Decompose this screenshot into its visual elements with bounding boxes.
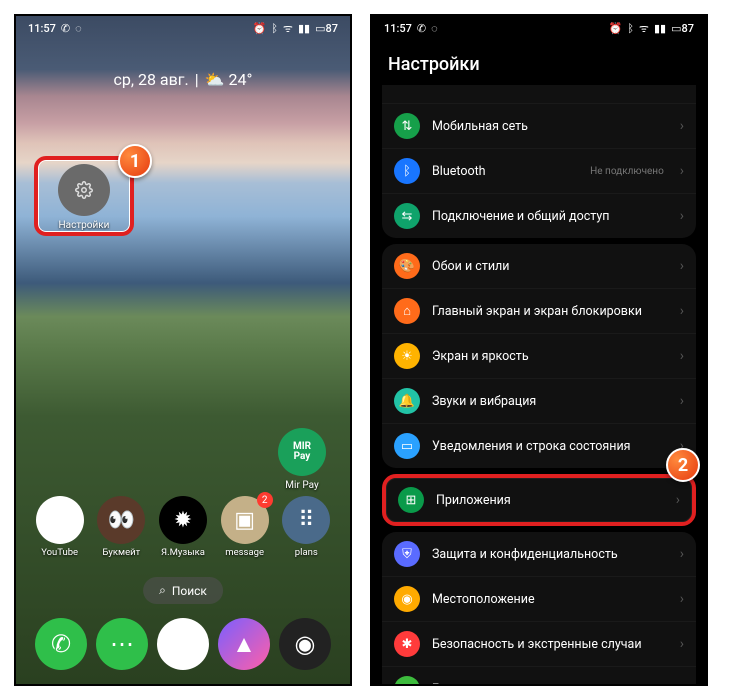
- bluetooth-status: Не подключено: [590, 166, 664, 177]
- chevron-right-icon: ›: [680, 546, 684, 562]
- notif-icon: ▭: [394, 433, 420, 459]
- settings-group-connectivity: ⇅ Мобильная сеть › ᛒ Bluetooth Не подклю…: [382, 85, 696, 238]
- callout-badge-1: 1: [118, 144, 152, 178]
- chevron-right-icon: ›: [680, 636, 684, 652]
- alarm-icon: ⏰: [253, 22, 267, 35]
- search-button[interactable]: ⌕ Поиск: [143, 577, 223, 604]
- sun-icon: ☀: [394, 343, 420, 369]
- settings-row-homescreen[interactable]: ⌂ Главный экран и экран блокировки ›: [382, 289, 696, 334]
- chevron-right-icon: ›: [680, 208, 684, 224]
- home-icon: ⌂: [394, 298, 420, 324]
- weather-widget[interactable]: ср, 28 авг. | 24°: [16, 70, 350, 89]
- notif-badge: 2: [257, 492, 273, 508]
- settings-row-location[interactable]: ◉ Местоположение ›: [382, 577, 696, 622]
- app-plans[interactable]: ⠿ plans: [278, 496, 334, 558]
- chevron-right-icon: ›: [680, 591, 684, 607]
- settings-row-privacy[interactable]: ⛨ Защита и конфиденциальность ›: [382, 532, 696, 577]
- settings-row-connection-sharing[interactable]: ⇆ Подключение и общий доступ ›: [382, 194, 696, 238]
- settings-phone: 11:57 ✆ ◌ ⏰ ᛒ ᯤ ▮▮ ▭87 Настройки ⇅ Мобил…: [370, 14, 708, 686]
- pin-icon: ◉: [394, 586, 420, 612]
- app-message[interactable]: ▣ 2 message: [217, 496, 273, 558]
- page-title: Настройки: [372, 40, 706, 85]
- status-time: 11:57: [384, 22, 412, 35]
- plans-folder-icon: ⠿: [282, 496, 330, 544]
- dock-gallery[interactable]: ▲: [218, 618, 270, 670]
- app-youtube[interactable]: ▶ YouTube: [32, 496, 88, 558]
- search-icon: ⌕: [159, 583, 166, 598]
- wifi-icon: ᯤ: [283, 21, 293, 36]
- bluetooth-icon: ᛒ: [394, 158, 420, 184]
- chevron-right-icon: ›: [680, 393, 684, 409]
- dock: ✆ ⋯ Y ▲ ◉: [16, 618, 350, 670]
- chevron-right-icon: ›: [680, 163, 684, 179]
- share-icon: ⇆: [394, 203, 420, 229]
- weather-date: ср, 28 авг.: [114, 70, 189, 89]
- mirpay-label: Mir Pay: [274, 480, 330, 491]
- mirpay-icon: MIRPay: [278, 428, 326, 476]
- chevron-right-icon: ›: [680, 118, 684, 134]
- chevron-right-icon: ›: [676, 492, 680, 508]
- status-bar: 11:57 ✆ ◌ ⏰ ᛒ ᯤ ▮▮ ▭87: [16, 16, 350, 40]
- callout-badge-2: 2: [666, 448, 700, 482]
- bookmate-icon: 👀: [97, 496, 145, 544]
- sos-icon: ✱: [394, 631, 420, 657]
- weather-temp: 24°: [205, 70, 253, 89]
- alarm-icon: ⏰: [609, 22, 623, 35]
- settings-row-battery[interactable]: ▮ Батарея ›: [382, 667, 696, 686]
- settings-row-sound[interactable]: 🔔 Звуки и вибрация ›: [382, 379, 696, 424]
- settings-group-display: 🎨 Обои и стили › ⌂ Главный экран и экран…: [382, 244, 696, 468]
- settings-row-safety[interactable]: ✱ Безопасность и экстренные случаи ›: [382, 622, 696, 667]
- clock-icon: ◌: [431, 22, 438, 35]
- highlight-2: 2 ⊞ Приложения ›: [382, 474, 696, 526]
- home-screen-phone: 11:57 ✆ ◌ ⏰ ᛒ ᯤ ▮▮ ▭87 ср, 28 авг. | 24°…: [14, 14, 352, 686]
- apps-icon: ⊞: [398, 487, 424, 513]
- status-time: 11:57: [28, 22, 56, 35]
- battery-icon: ▭87: [671, 22, 694, 35]
- palette-icon: 🎨: [394, 253, 420, 279]
- chevron-right-icon: ›: [680, 303, 684, 319]
- shield-icon: ⛨: [394, 541, 420, 567]
- whatsapp-icon: ✆: [61, 22, 70, 35]
- dock-yandex[interactable]: Y: [157, 618, 209, 670]
- dock-camera[interactable]: ◉: [279, 618, 331, 670]
- settings-row-apps[interactable]: ⊞ Приложения ›: [386, 478, 692, 522]
- bell-icon: 🔔: [394, 388, 420, 414]
- signal-icon: ▮▮: [298, 22, 310, 35]
- signal-icon: ▮▮: [654, 22, 666, 35]
- settings-row-bluetooth[interactable]: ᛒ Bluetooth Не подключено ›: [382, 149, 696, 194]
- settings-row-mobile-network[interactable]: ⇅ Мобильная сеть ›: [382, 104, 696, 149]
- search-label: Поиск: [172, 584, 207, 598]
- app-bookmate[interactable]: 👀 Букмейт: [93, 496, 149, 558]
- ymusic-icon: ✹: [159, 496, 207, 544]
- chevron-right-icon: ›: [680, 348, 684, 364]
- settings-row-wallpaper[interactable]: 🎨 Обои и стили ›: [382, 244, 696, 289]
- app-ymusic[interactable]: ✹ Я.Музыка: [155, 496, 211, 558]
- bluetooth-icon: ᛒ: [271, 22, 278, 35]
- settings-row-brightness[interactable]: ☀ Экран и яркость ›: [382, 334, 696, 379]
- whatsapp-icon: ✆: [417, 22, 426, 35]
- battery-icon: ▮: [394, 676, 420, 686]
- app-row: ▶ YouTube 👀 Букмейт ✹ Я.Музыка ▣ 2 messa…: [16, 496, 350, 558]
- status-bar: 11:57 ✆ ◌ ⏰ ᛒ ᯤ ▮▮ ▭87: [372, 16, 706, 40]
- dock-phone[interactable]: ✆: [35, 618, 87, 670]
- updown-icon: ⇅: [394, 113, 420, 139]
- dock-messages[interactable]: ⋯: [96, 618, 148, 670]
- settings-group-security: ⛨ Защита и конфиденциальность › ◉ Местоп…: [382, 532, 696, 686]
- bluetooth-icon: ᛒ: [627, 22, 634, 35]
- chevron-right-icon: ›: [680, 681, 684, 686]
- wifi-icon: ᯤ: [639, 21, 649, 36]
- settings-row-notifications[interactable]: ▭ Уведомления и строка состояния ›: [382, 424, 696, 468]
- clock-icon: ◌: [75, 22, 82, 35]
- youtube-icon: ▶: [36, 496, 84, 544]
- app-mirpay[interactable]: MIRPay Mir Pay: [274, 428, 330, 491]
- battery-icon: ▭87: [315, 22, 338, 35]
- message-icon: ▣ 2: [221, 496, 269, 544]
- chevron-right-icon: ›: [680, 258, 684, 274]
- settings-row-sim[interactable]: [382, 85, 696, 104]
